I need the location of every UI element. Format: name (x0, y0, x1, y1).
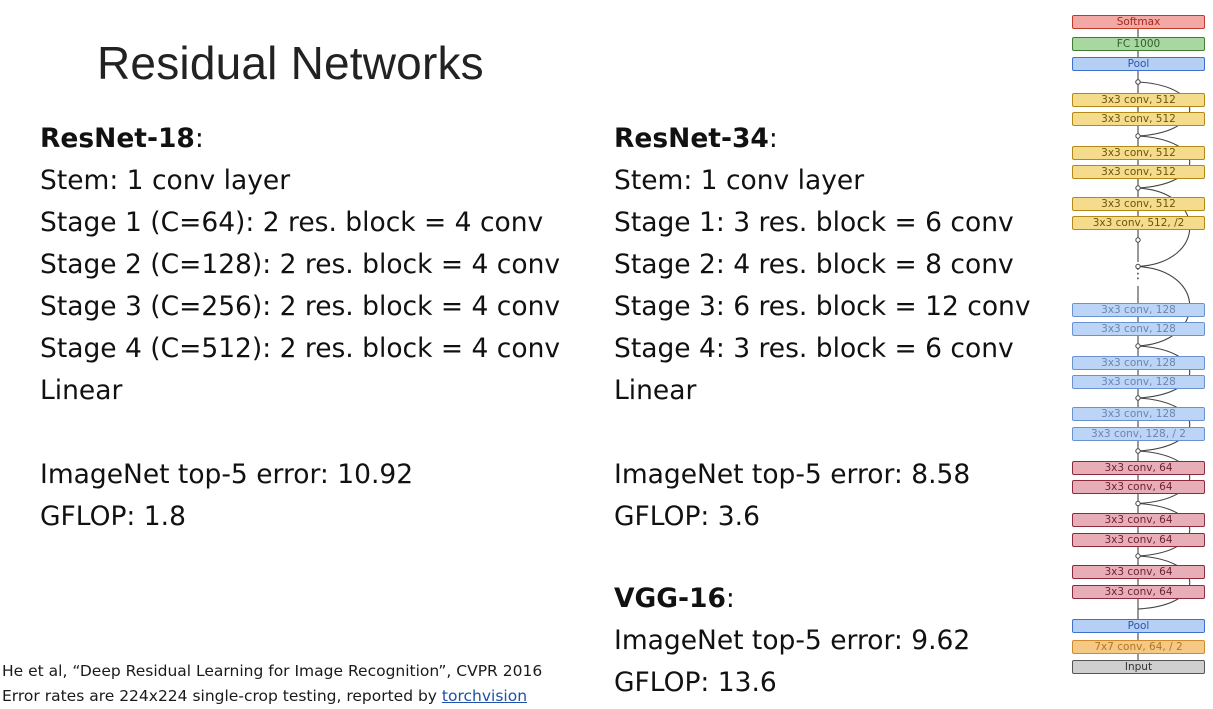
resnet18-name: ResNet-18 (40, 123, 195, 154)
layer-y: 3x3 conv, 512 (1072, 197, 1205, 211)
layer-y: 3x3 conv, 512 (1072, 146, 1205, 160)
layer-b: 3x3 conv, 128 (1072, 356, 1205, 370)
resnet34-name: ResNet-34 (614, 123, 769, 154)
slide: Residual Networks ResNet-18: Stem: 1 con… (0, 0, 1213, 709)
resnet18-stage2: Stage 2 (C=128): 2 res. block = 4 conv (40, 249, 561, 280)
skip-connection (1137, 502, 1191, 557)
resnet18-stage1: Stage 1 (C=64): 2 res. block = 4 conv (40, 207, 544, 238)
merge-node (1135, 133, 1141, 139)
citation-note-text: Error rates are 224x224 single-crop test… (2, 687, 442, 705)
layer-r: 3x3 conv, 64 (1072, 513, 1205, 527)
merge-node (1135, 553, 1141, 559)
resnet18-heading: ResNet-18: (40, 118, 560, 160)
resnet18-stage4: Stage 4 (C=512): 2 res. block = 4 conv (40, 333, 561, 364)
resnet18-name-colon: : (194, 123, 204, 154)
citation: He et al, “Deep Residual Learning for Im… (2, 659, 542, 709)
resnet34-name-colon: : (768, 123, 778, 154)
merge-node (1135, 500, 1141, 507)
resnet18-stem: Stem: 1 conv layer (40, 165, 291, 196)
skip-connection (1137, 135, 1191, 189)
merge-node (1135, 185, 1141, 191)
layer-r: 3x3 conv, 64 (1072, 533, 1205, 547)
merge-node (1135, 395, 1141, 401)
vgg16-name: VGG-16 (614, 583, 726, 614)
resnet34-stage2: Stage 2: 4 res. block = 8 conv (614, 249, 1014, 280)
merge-node (1135, 237, 1141, 243)
skip-connection (1137, 450, 1191, 505)
citation-note: Error rates are 224x224 single-crop test… (2, 684, 542, 709)
citation-paper: He et al, “Deep Residual Learning for Im… (2, 662, 543, 680)
resnet34-heading: ResNet-34: (614, 118, 1031, 160)
merge-node (1135, 79, 1141, 85)
layer-b: 3x3 conv, 128 (1072, 375, 1205, 389)
layer-b: 3x3 conv, 128 (1072, 322, 1205, 336)
resnet18-stage3: Stage 3 (C=256): 2 res. block = 4 conv (40, 291, 561, 322)
layer-r: 3x3 conv, 64 (1072, 461, 1205, 475)
layer-r: 3x3 conv, 64 (1072, 585, 1205, 599)
skip-connection (1137, 345, 1191, 399)
layer-b: 3x3 conv, 128, / 2 (1072, 427, 1205, 441)
slide-title: Residual Networks (97, 37, 484, 89)
layer-b: 3x3 conv, 128 (1072, 407, 1205, 421)
resnet34-stage3: Stage 3: 6 res. block = 12 conv (614, 291, 1031, 322)
resnet34-stage1: Stage 1: 3 res. block = 6 conv (614, 207, 1014, 238)
vgg16-name-colon: : (725, 583, 735, 614)
resnet18-linear: Linear (40, 375, 123, 406)
layer-fc: FC 1000 (1072, 37, 1205, 51)
skip-connection (1137, 397, 1191, 452)
vgg16-gflop: GFLOP: 13.6 (614, 667, 777, 698)
skip-connection (1137, 81, 1191, 137)
resnet34-column: ResNet-34: Stem: 1 conv layer Stage 1: 3… (614, 118, 1031, 538)
resnet34-stage4: Stage 4: 3 res. block = 6 conv (614, 333, 1014, 364)
layer-pool: Pool (1072, 619, 1205, 633)
resnet18-error: ImageNet top-5 error: 10.92 (40, 459, 414, 490)
layer-b: 3x3 conv, 128 (1072, 303, 1205, 317)
merge-node (1135, 448, 1141, 454)
resnet34-gflop: GFLOP: 3.6 (614, 501, 760, 532)
layer-y: 3x3 conv, 512 (1072, 165, 1205, 179)
torchvision-link[interactable]: torchvision (442, 687, 527, 705)
resnet34-stem: Stem: 1 conv layer (614, 165, 865, 196)
merge-node (1135, 343, 1141, 349)
resnet34-linear: Linear (614, 375, 697, 406)
vgg16-block: VGG-16: ImageNet top-5 error: 9.62 GFLOP… (614, 578, 970, 704)
layer-r: 3x3 conv, 64 (1072, 480, 1205, 494)
layer-y: 3x3 conv, 512 (1072, 93, 1205, 107)
resnet18-column: ResNet-18: Stem: 1 conv layer Stage 1 (C… (40, 118, 560, 538)
skip-connection (1137, 555, 1191, 610)
resnet-architecture-diagram: ⋮ Softmax FC 1000 Pool 3x3 conv, 512 3x3 con… (1064, 0, 1213, 709)
layer-in: Input (1072, 660, 1205, 674)
vgg16-heading: VGG-16: (614, 578, 970, 620)
layer-o: 7x7 conv, 64, / 2 (1072, 640, 1205, 654)
layer-pool: Pool (1072, 57, 1205, 71)
vgg16-error: ImageNet top-5 error: 9.62 (614, 625, 971, 656)
layer-y: 3x3 conv, 512 (1072, 112, 1205, 126)
layer-r: 3x3 conv, 64 (1072, 565, 1205, 579)
resnet18-gflop: GFLOP: 1.8 (40, 501, 186, 532)
layer-softmax: Softmax (1072, 15, 1205, 29)
layer-y: 3x3 conv, 512, /2 (1072, 216, 1205, 230)
resnet34-error: ImageNet top-5 error: 8.58 (614, 459, 971, 490)
diagram-ellipsis: ⋮ (1131, 266, 1145, 282)
